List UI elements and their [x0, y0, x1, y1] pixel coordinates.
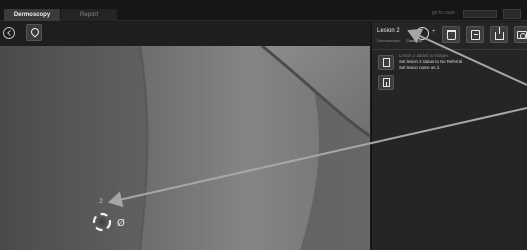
edit-circle-icon [416, 27, 429, 40]
export-icon [495, 27, 504, 40]
case-search-input[interactable] [463, 10, 497, 18]
export-button[interactable] [490, 26, 508, 43]
back-icon[interactable] [3, 27, 15, 39]
activity-log: Lesion 2 added to Images Set lesion 2 st… [399, 53, 523, 70]
top-tab-bar: Dermoscopy Report go to case [0, 0, 527, 21]
add-image-button[interactable] [378, 55, 394, 70]
panel-divider [372, 49, 527, 50]
import-icon [383, 78, 390, 87]
camera-icon [517, 31, 527, 39]
tab-report[interactable]: Report [61, 9, 117, 21]
lesion-marker-symbol: Ø [117, 217, 125, 229]
delete-lesion-button[interactable] [442, 26, 460, 43]
edit-lesion-button[interactable]: + [412, 26, 442, 43]
skin-image: 2 Ø [0, 46, 370, 250]
edit-plus-label: + [432, 29, 436, 35]
image-toolbar [0, 22, 370, 46]
trash-icon [447, 30, 456, 40]
note-button[interactable] [466, 26, 484, 43]
lesion-panel: Lesion 2 Dermoscopic Close Up + Lesion 2… [371, 22, 527, 250]
camera-button[interactable] [514, 26, 527, 43]
window-control-button[interactable] [503, 9, 521, 19]
case-navigation-label[interactable]: go to case [432, 10, 455, 16]
lesion-title[interactable]: Lesion 2 [377, 28, 400, 34]
dermoscopy-image-viewer[interactable]: 2 Ø [0, 46, 370, 250]
add-image-icon [383, 58, 390, 67]
import-button[interactable] [378, 75, 394, 90]
tab-dermoscopy[interactable]: Dermoscopy [4, 9, 60, 21]
lesion-view-dermoscopic[interactable]: Dermoscopic [377, 38, 400, 43]
map-pin-icon[interactable] [26, 24, 42, 41]
note-icon [471, 30, 480, 40]
log-line: Set lesion name as 2. [399, 64, 441, 70]
